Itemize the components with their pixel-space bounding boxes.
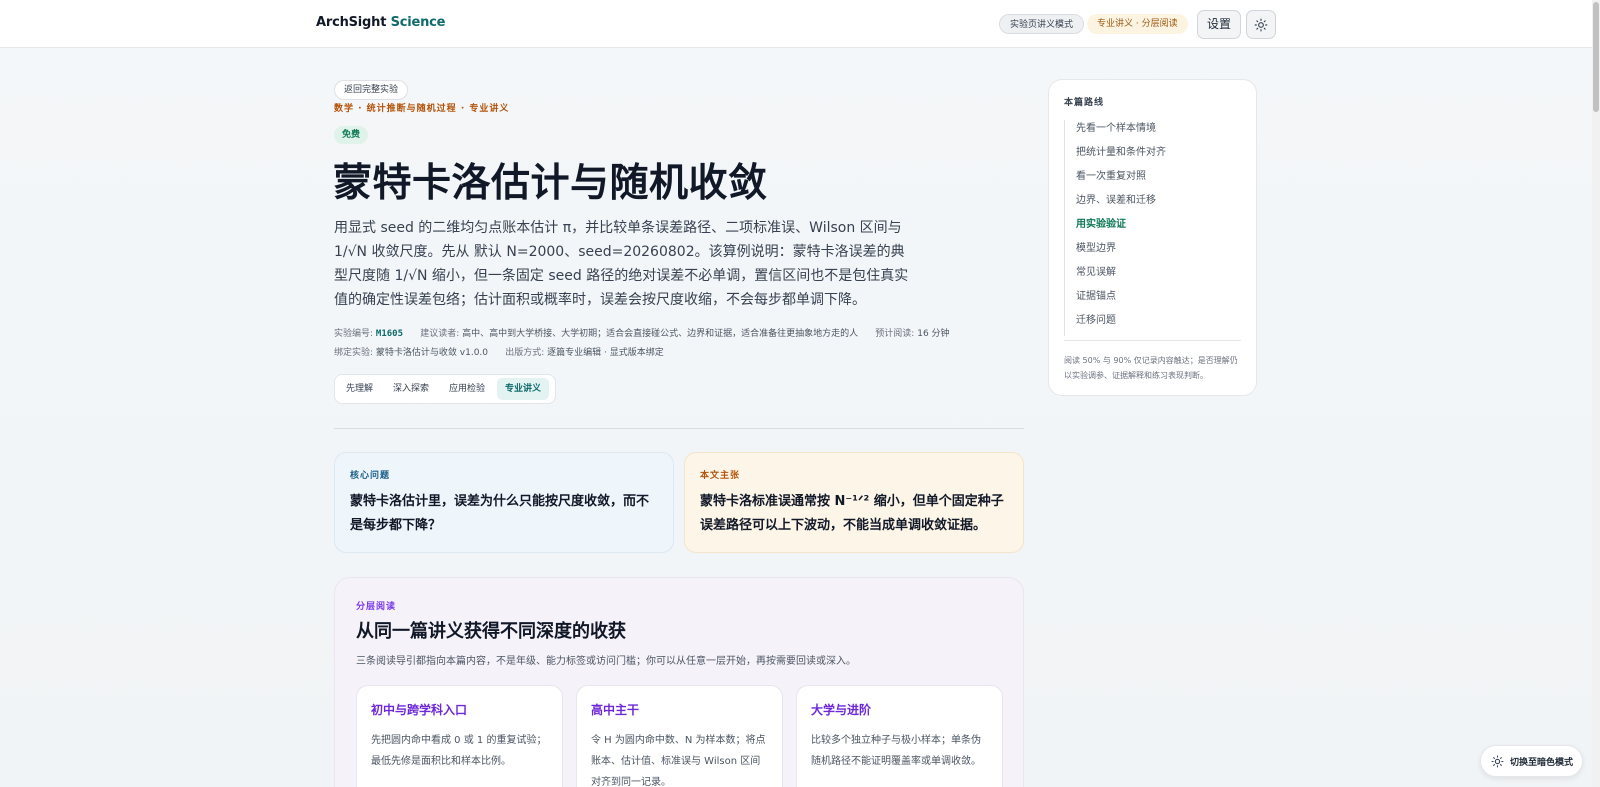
toc-item[interactable]: 把统计量和条件对齐 bbox=[1076, 144, 1241, 168]
settings-button[interactable]: 设置 bbox=[1197, 10, 1241, 39]
theme-toggle-button[interactable] bbox=[1246, 10, 1276, 39]
tab-apply[interactable]: 应用检验 bbox=[441, 378, 493, 400]
meta-row-2: 绑定实验: 蒙特卡洛估计与收敛 v1.0.0 出版方式: 逐篇专业编辑 · 显式… bbox=[334, 345, 664, 358]
brand-main: ArchSight bbox=[316, 15, 387, 30]
meta-time-key: 预计阅读: bbox=[875, 329, 915, 339]
meta-id-value: M1605 bbox=[375, 329, 404, 339]
tab-understand[interactable]: 先理解 bbox=[338, 378, 381, 400]
core-question-text: 蒙特卡洛估计里，误差为什么只能按尺度收敛，而不是每步都下降？ bbox=[350, 494, 650, 533]
meta-pub-key: 出版方式: bbox=[505, 348, 545, 358]
layered-reading-section: 分层阅读 从同一篇讲义获得不同深度的收获 三条阅读导引都指向本篇内容，不是年级、… bbox=[334, 577, 1024, 787]
meta-reader-value: 高中、高中到大学桥接、大学初期；适合会直接碰公式、边界和证据，适合准备往更抽象地… bbox=[462, 329, 859, 339]
layer-card-title: 高中主干 bbox=[591, 703, 640, 717]
meta-id-key: 实验编号: bbox=[334, 329, 374, 339]
meta-bind-key: 绑定实验: bbox=[334, 348, 374, 358]
layer-pill[interactable]: 专业讲义 · 分层阅读 bbox=[1087, 14, 1188, 34]
layer-card-title: 大学与进阶 bbox=[811, 703, 872, 717]
breadcrumb: 数学 · 统计推断与随机过程 · 专业讲义 bbox=[334, 104, 510, 114]
layer-card-text: 令 H 为圆内命中数、N 为样本数；将点账本、估计值、标准误与 Wilson 区… bbox=[591, 735, 766, 787]
tab-explore[interactable]: 深入探索 bbox=[385, 378, 437, 400]
scrollbar-thumb[interactable] bbox=[1593, 2, 1599, 112]
claim-card: 本文主张 蒙特卡洛标准误通常按 N⁻¹ᐟ² 缩小，但单个固定种子误差路径可以上下… bbox=[684, 452, 1024, 553]
toc-list: 先看一个样本情境 把统计量和条件对齐 看一次重复对照 边界、误差和迁移 用实验验… bbox=[1064, 120, 1241, 336]
divider bbox=[334, 428, 1024, 429]
meta-reader-key: 建议读者: bbox=[420, 329, 460, 339]
layer-card-highschool[interactable]: 高中主干 令 H 为圆内命中数、N 为样本数；将点账本、估计值、标准误与 Wil… bbox=[576, 685, 783, 787]
layer-card-title: 初中与跨学科入口 bbox=[371, 703, 468, 717]
toc-panel: 本篇路线 先看一个样本情境 把统计量和条件对齐 看一次重复对照 边界、误差和迁移… bbox=[1048, 79, 1257, 396]
meta-row-1: 实验编号: M1605 建议读者: 高中、高中到大学桥接、大学初期；适合会直接碰… bbox=[334, 326, 950, 339]
page-scrollbar[interactable] bbox=[1592, 0, 1600, 787]
free-badge: 免费 bbox=[334, 126, 369, 144]
toc-item[interactable]: 先看一个样本情境 bbox=[1076, 120, 1241, 144]
brand-logo[interactable]: ArchSight Science bbox=[316, 15, 445, 30]
brand-accent: Science bbox=[390, 15, 446, 30]
toc-item[interactable]: 边界、误差和迁移 bbox=[1076, 192, 1241, 216]
meta-bind-value: 蒙特卡洛估计与收敛 v1.0.0 bbox=[375, 348, 489, 358]
toc-divider bbox=[1064, 340, 1241, 341]
layered-title: 从同一篇讲义获得不同深度的收获 bbox=[356, 621, 626, 642]
layer-card-text: 比较多个独立种子与极小样本；单条伪随机路径不能证明覆盖率或单调收敛。 bbox=[811, 735, 981, 767]
top-header: ArchSight Science 实验页讲义模式 专业讲义 · 分层阅读 设置 bbox=[0, 0, 1592, 48]
toc-item[interactable]: 看一次重复对照 bbox=[1076, 168, 1241, 192]
mode-pill[interactable]: 实验页讲义模式 bbox=[999, 14, 1085, 34]
lead-paragraph: 用显式 seed 的二维均匀点账本估计 π，并比较单条误差路径、二项标准误、Wi… bbox=[334, 220, 909, 308]
toc-item[interactable]: 迁移问题 bbox=[1076, 312, 1241, 336]
page-title: 蒙特卡洛估计与随机收敛 bbox=[333, 161, 768, 206]
claim-text: 蒙特卡洛标准误通常按 N⁻¹ᐟ² 缩小，但单个固定种子误差路径可以上下波动，不能… bbox=[700, 494, 1004, 533]
toc-item[interactable]: 模型边界 bbox=[1076, 240, 1241, 264]
layer-card-university[interactable]: 大学与进阶 比较多个独立种子与极小样本；单条伪随机路径不能证明覆盖率或单调收敛。 bbox=[796, 685, 1003, 787]
toc-item[interactable]: 证据锚点 bbox=[1076, 288, 1241, 312]
dark-mode-label: 切换至暗色模式 bbox=[1510, 757, 1574, 768]
core-question-card: 核心问题 蒙特卡洛估计里，误差为什么只能按尺度收敛，而不是每步都下降？ bbox=[334, 452, 674, 553]
meta-time-value: 16 分钟 bbox=[917, 329, 950, 339]
layered-desc: 三条阅读导引都指向本篇内容，不是年级、能力标签或访问门槛；你可以从任意一层开始，… bbox=[356, 656, 856, 667]
toc-item[interactable]: 常见误解 bbox=[1076, 264, 1241, 288]
tab-handout[interactable]: 专业讲义 bbox=[497, 378, 550, 400]
toc-title: 本篇路线 bbox=[1064, 98, 1105, 108]
layer-card-intro[interactable]: 初中与跨学科入口 先把圆内命中看成 0 或 1 的重复试验；最低先修是面积比和样… bbox=[356, 685, 563, 787]
dark-mode-toggle[interactable]: 切换至暗色模式 bbox=[1480, 745, 1583, 777]
layered-label: 分层阅读 bbox=[356, 602, 397, 612]
sun-icon bbox=[1254, 18, 1268, 31]
layer-card-text: 先把圆内命中看成 0 或 1 的重复试验；最低先修是面积比和样本比例。 bbox=[371, 735, 547, 767]
core-question-label: 核心问题 bbox=[350, 471, 391, 481]
claim-label: 本文主张 bbox=[700, 471, 741, 481]
toc-note: 阅读 50% 与 90% 仅记录内容触达；是否理解仍以实验调参、证据解释和练习表… bbox=[1064, 356, 1238, 380]
back-button[interactable]: 返回完整实验 bbox=[334, 80, 409, 100]
toc-item-active[interactable]: 用实验验证 bbox=[1076, 216, 1241, 240]
reading-tabs: 先理解 深入探索 应用检验 专业讲义 bbox=[334, 374, 556, 404]
sun-icon bbox=[1491, 755, 1504, 767]
meta-pub-value: 逐篇专业编辑 · 显式版本绑定 bbox=[547, 348, 664, 358]
